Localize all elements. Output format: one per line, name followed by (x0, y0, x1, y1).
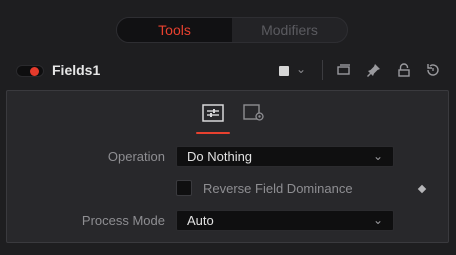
reverse-field-dominance-label: Reverse Field Dominance (203, 181, 353, 196)
node-name: Fields1 (52, 62, 101, 78)
operation-label: Operation (107, 149, 165, 164)
chevron-down-icon[interactable]: ⌄ (296, 62, 306, 76)
versions-icon[interactable] (336, 62, 352, 78)
reverse-field-dominance-checkbox[interactable] (176, 180, 192, 196)
toggle-dot (30, 67, 39, 76)
chevron-down-icon: ⌄ (372, 213, 383, 227)
reset-icon[interactable] (425, 62, 441, 78)
inspector-window: Tools Modifiers Fields1 ⌄ Operation Do N… (0, 0, 456, 255)
header-divider (322, 60, 323, 80)
operation-select[interactable]: Do Nothing ⌄ (176, 146, 394, 167)
chevron-down-icon: ⌄ (372, 149, 383, 163)
lock-icon[interactable] (396, 62, 412, 78)
inspector-panel: Operation Do Nothing ⌄ Reverse Field Dom… (6, 90, 449, 243)
pin-icon[interactable] (366, 62, 382, 78)
operation-value: Do Nothing (187, 149, 253, 164)
controls-icon[interactable] (202, 104, 224, 122)
process-mode-label: Process Mode (81, 213, 165, 228)
keyframe-diamond-icon[interactable] (417, 184, 427, 194)
node-enable-toggle[interactable] (16, 65, 44, 77)
color-swatch-icon[interactable] (279, 66, 289, 76)
tab-modifiers[interactable]: Modifiers (232, 18, 347, 42)
node-header: Fields1 ⌄ (0, 56, 456, 86)
tab-tools[interactable]: Tools (117, 18, 232, 42)
settings-icon[interactable] (243, 104, 265, 122)
process-mode-value: Auto (187, 213, 214, 228)
inspector-tabs: Tools Modifiers (116, 17, 348, 43)
active-tab-indicator (196, 132, 230, 134)
process-mode-select[interactable]: Auto ⌄ (176, 210, 394, 231)
